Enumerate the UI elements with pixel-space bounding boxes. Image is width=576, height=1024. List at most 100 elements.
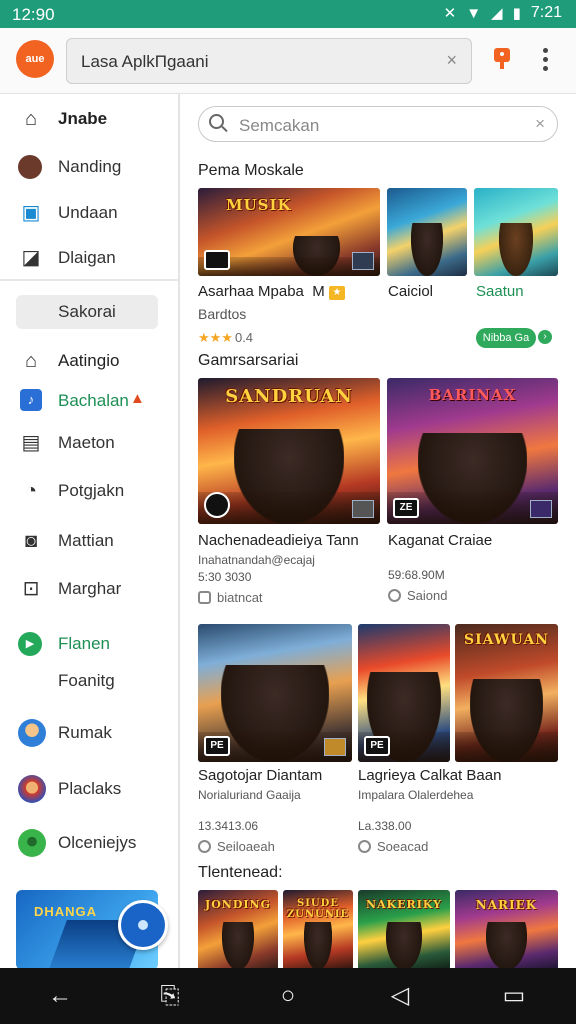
sidebar-item-label: Jnabe [58, 109, 108, 128]
rating-badge: PE [204, 736, 230, 756]
sidebar-item-foanitg[interactable]: Foanitg [0, 660, 178, 700]
sidebar-item-olceniejys[interactable]: Olceniejys [0, 822, 178, 862]
game-thumbnail[interactable]: NAKERIKY [358, 890, 450, 968]
camera-icon: ◙ [24, 530, 38, 552]
thumb-title: JONDING [205, 898, 271, 911]
flame-icon: ▲ [130, 390, 145, 407]
sidebar-item-placlaks[interactable]: Placlaks [0, 768, 178, 808]
sidebar-item-label: Potgjakn [58, 481, 125, 500]
chevron-right-icon[interactable]: › [538, 330, 552, 344]
app-title: Nachenadeadieiya Tann [198, 532, 359, 549]
list-icon: ▤ [21, 432, 41, 454]
section-title: Gamrsarsariai [198, 352, 299, 369]
avatar-icon [18, 155, 42, 179]
rating-badge [204, 492, 230, 518]
address-field[interactable]: Lasa AplkПgaani × [66, 38, 472, 84]
house-icon: ⌂ [24, 350, 38, 372]
box-icon [198, 591, 211, 604]
thumb-title: NARIEK [475, 898, 538, 912]
close-icon[interactable]: × [535, 114, 545, 134]
close-icon[interactable]: × [446, 50, 457, 71]
sidebar-item-rumak[interactable]: Rumak [0, 712, 178, 752]
fab-icon [138, 920, 148, 930]
game-thumbnail[interactable]: SIUDE ZUNUNIE [283, 890, 353, 968]
sidebar-item-flanen[interactable]: ▶ Flanen [0, 623, 178, 663]
game-thumbnail[interactable]: PE [358, 624, 450, 762]
corner-badge [352, 252, 374, 270]
app-logo[interactable]: aue [16, 40, 54, 78]
game-thumbnail[interactable]: BARINAX ZE [387, 378, 558, 524]
status-time-right: 7:21 [530, 4, 562, 21]
character-art [499, 223, 533, 276]
banner-title: DHANGA [34, 904, 98, 919]
more-vert-icon[interactable] [540, 48, 550, 72]
game-thumbnail[interactable]: NARIEK [455, 890, 558, 968]
game-thumbnail[interactable] [474, 188, 558, 276]
sidebar-item-bachalan[interactable]: ♪ Bachalan ▲ [0, 380, 178, 420]
status-icons: ✕ ▼ ◢ ▮ 7:21 [444, 4, 562, 22]
pin-icon [198, 840, 211, 853]
game-thumbnail[interactable]: SIAWUAN [455, 624, 558, 762]
notification-icon[interactable] [494, 48, 510, 70]
sidebar-item-aatingio[interactable]: ⌂ Aatingio [0, 340, 178, 380]
sidebar-item-label: Rumak [58, 723, 112, 742]
app-title: Kaganat Craiae [388, 532, 493, 549]
thumb-title: SIUDE ZUNUNIE [286, 898, 350, 920]
thumb-title: MUSIK [226, 196, 292, 214]
menu-icon[interactable]: ▭ [498, 980, 530, 1012]
back-icon[interactable]: ← [44, 980, 76, 1012]
game-thumbnail[interactable]: PE [198, 624, 352, 762]
sidebar-item-potgjakn[interactable]: ◔ Potgjakn [0, 470, 178, 510]
game-thumbnail[interactable]: JONDING [198, 890, 278, 968]
sidebar-item-dlaigan[interactable]: ◪ Dlaigan [0, 237, 178, 277]
corner-badge [530, 500, 552, 518]
sidebar-item-maeton[interactable]: ▤ Maeton [0, 422, 178, 462]
corner-badge [352, 500, 374, 518]
app-price: La.338.00 [358, 819, 412, 833]
home-icon[interactable]: ○ [272, 980, 304, 1012]
sidebar-divider [0, 279, 178, 281]
search-placeholder: Semcakan [239, 116, 320, 135]
frame-icon: ◪ [21, 247, 41, 269]
game-thumbnail[interactable] [387, 188, 467, 276]
app-meta: biatncat [198, 590, 263, 605]
install-button[interactable]: Nibba Ga [476, 328, 536, 348]
sidebar-item-undaan[interactable]: ▣ Undaan [0, 192, 178, 232]
sidebar-item-marghar[interactable]: ⊡ Marghar [0, 568, 178, 608]
character-art [411, 223, 443, 276]
app-title: Caiciol [388, 283, 434, 300]
app-subtitle: Inahatnandah@ecajaj [198, 553, 315, 567]
rating-badge [204, 250, 230, 270]
sidebar-section-pill[interactable]: Sakorai [16, 295, 158, 329]
recents-icon[interactable]: ⎘ [154, 980, 186, 1012]
navigation-bar: ← ⎘ ○ ◁ ▭ [0, 968, 576, 1024]
floating-action-button[interactable] [118, 900, 168, 950]
sidebar-item-nanding[interactable]: Nanding [0, 146, 178, 186]
wifi-icon: ▼ [466, 4, 482, 22]
sidebar-item-mattian[interactable]: ◙ Mattian [0, 520, 178, 560]
ground-art [455, 731, 558, 762]
thumb-title: SANDRUAN [225, 386, 353, 407]
app-title: Lagrieya Calkat Baan [358, 767, 502, 784]
avatar-icon [18, 775, 46, 803]
app-meta: Soeacad [358, 839, 428, 854]
address-text[interactable]: Lasa AplkПgaani [81, 52, 209, 72]
sidebar-item-label: Aatingio [58, 351, 120, 370]
thumb-title: BARINAX [428, 386, 517, 404]
sidebar-item-label: Maeton [58, 433, 115, 452]
rating-stars: ★★★ 0.4 [198, 330, 254, 345]
game-thumbnail[interactable]: SANDRUAN [198, 378, 380, 524]
main-content: Semcakan × Pema Moskale MUSIK Asarhaa Mp… [182, 94, 576, 968]
chat-icon: ◔ [24, 480, 38, 502]
triangle-icon[interactable]: ◁ [384, 980, 416, 1012]
search-input[interactable]: Semcakan × [198, 106, 558, 142]
rating-badge: ZE [393, 498, 419, 518]
game-thumbnail[interactable]: MUSIK [198, 188, 380, 276]
app-subtitle: Norialuriand Gaaija [198, 788, 301, 802]
search-icon [209, 114, 229, 134]
sidebar-item-home[interactable]: ⌂ Jnabe [0, 98, 178, 138]
app-title: Asarhaa Mpaba M ★ [198, 283, 345, 300]
signal-icon: ◢ [491, 5, 503, 22]
sidebar-item-label: Dlaigan [58, 248, 116, 267]
character-art [304, 922, 332, 968]
